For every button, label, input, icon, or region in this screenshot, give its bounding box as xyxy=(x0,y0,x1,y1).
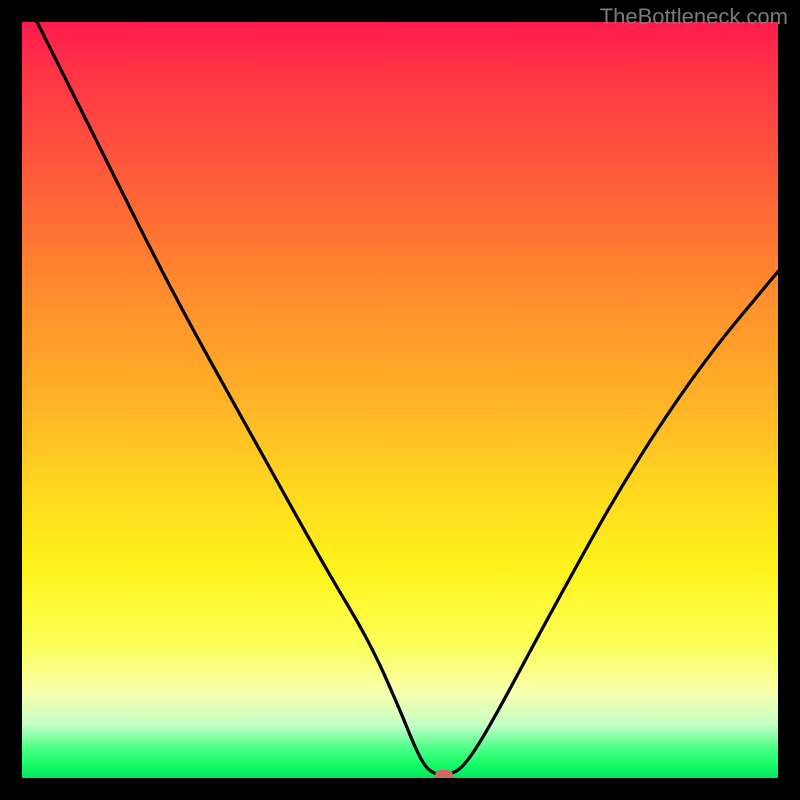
bottleneck-curve-svg xyxy=(22,22,778,778)
bottleneck-curve xyxy=(37,22,778,775)
current-point-marker xyxy=(435,770,453,778)
bottleneck-chart: TheBottleneck.com xyxy=(0,0,800,800)
plot-area xyxy=(22,22,778,778)
watermark-text: TheBottleneck.com xyxy=(600,4,788,30)
